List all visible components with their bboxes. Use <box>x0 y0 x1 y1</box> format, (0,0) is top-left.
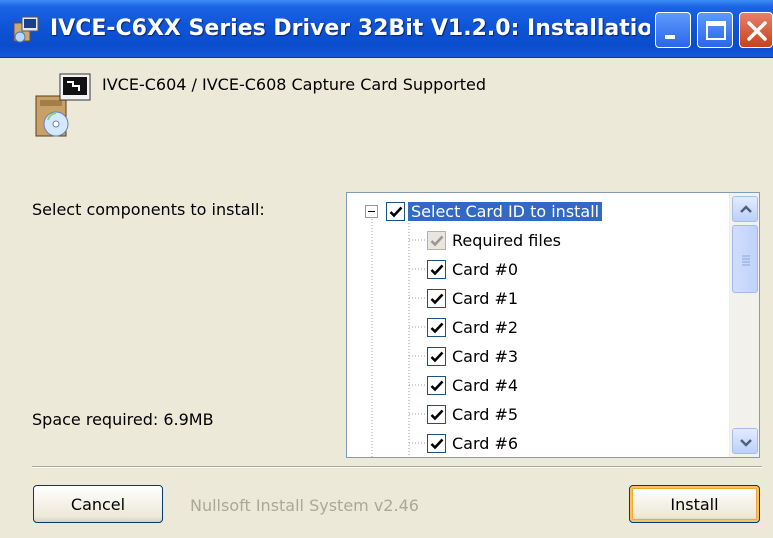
branding-text: Nullsoft Install System v2.46 <box>190 496 419 515</box>
chevron-up-icon <box>740 205 752 213</box>
tree-item-card-4[interactable]: Card #4 <box>427 371 518 399</box>
tree-root-item[interactable]: Select Card ID to install <box>365 197 604 225</box>
tree-item-card-6[interactable]: Card #6 <box>427 429 518 457</box>
card-checkbox[interactable] <box>427 404 446 424</box>
checkmark-icon <box>430 264 444 275</box>
tree-item-label: Card #4 <box>452 375 519 395</box>
maximize-icon <box>706 21 726 40</box>
components-tree[interactable]: Select Card ID to install Required files… <box>346 192 760 458</box>
title-bar[interactable]: IVCE-C6XX Series Driver 32Bit V1.2.0: In… <box>0 0 773 58</box>
installer-icon <box>13 16 39 43</box>
tree-item-label: Card #2 <box>452 317 519 337</box>
components-label: Select components to install: <box>32 200 265 219</box>
close-icon <box>747 21 767 41</box>
tree-item-card-0[interactable]: Card #0 <box>427 255 518 283</box>
tree-item-label: Card #1 <box>452 288 519 308</box>
tree-item-label: Card #0 <box>452 259 519 279</box>
grip-icon <box>742 255 750 266</box>
checkmark-icon <box>430 293 444 304</box>
checkmark-icon <box>389 206 403 217</box>
tree-scrollbar[interactable] <box>729 193 759 457</box>
footer-separator <box>32 466 762 468</box>
checkmark-icon <box>430 380 444 391</box>
card-checkbox[interactable] <box>427 375 446 395</box>
install-button[interactable]: Install <box>629 485 760 523</box>
card-checkbox[interactable] <box>427 433 446 453</box>
minimize-icon <box>665 35 675 39</box>
checkmark-icon <box>430 235 444 246</box>
tree-item-card-2[interactable]: Card #2 <box>427 313 518 341</box>
required-files-checkbox <box>427 230 446 250</box>
chevron-down-icon <box>740 439 752 447</box>
maximize-button[interactable] <box>697 12 733 48</box>
tree-item-label: Card #5 <box>452 404 519 424</box>
checkmark-icon <box>430 351 444 362</box>
collapse-toggle-icon[interactable] <box>365 204 378 218</box>
tree-item-required-files[interactable]: Required files <box>427 226 561 254</box>
card-checkbox[interactable] <box>427 288 446 308</box>
scroll-down-button[interactable] <box>732 428 758 454</box>
header-description: IVCE-C604 / IVCE-C608 Capture Card Suppo… <box>102 75 486 94</box>
window-title: IVCE-C6XX Series Driver 32Bit V1.2.0: In… <box>50 16 650 41</box>
minimize-button[interactable] <box>655 12 691 48</box>
package-disc-icon <box>35 73 91 137</box>
tree-item-label: Required files <box>452 230 561 250</box>
close-button[interactable] <box>739 12 773 48</box>
card-checkbox[interactable] <box>427 317 446 337</box>
checkmark-icon <box>430 409 444 420</box>
cancel-button[interactable]: Cancel <box>33 485 163 523</box>
scroll-thumb[interactable] <box>732 225 758 293</box>
tree-item-card-1[interactable]: Card #1 <box>427 284 518 312</box>
card-checkbox[interactable] <box>427 259 446 279</box>
tree-root-label: Select Card ID to install <box>406 200 604 222</box>
tree-item-card-3[interactable]: Card #3 <box>427 342 518 370</box>
card-checkbox[interactable] <box>427 346 446 366</box>
scroll-up-button[interactable] <box>732 196 758 222</box>
root-checkbox[interactable] <box>386 201 405 221</box>
tree-item-label: Card #3 <box>452 346 519 366</box>
checkmark-icon <box>430 438 444 449</box>
checkmark-icon <box>430 322 444 333</box>
space-required-label: Space required: 6.9MB <box>32 410 214 429</box>
tree-item-label: Card #6 <box>452 433 519 453</box>
tree-item-card-5[interactable]: Card #5 <box>427 400 518 428</box>
